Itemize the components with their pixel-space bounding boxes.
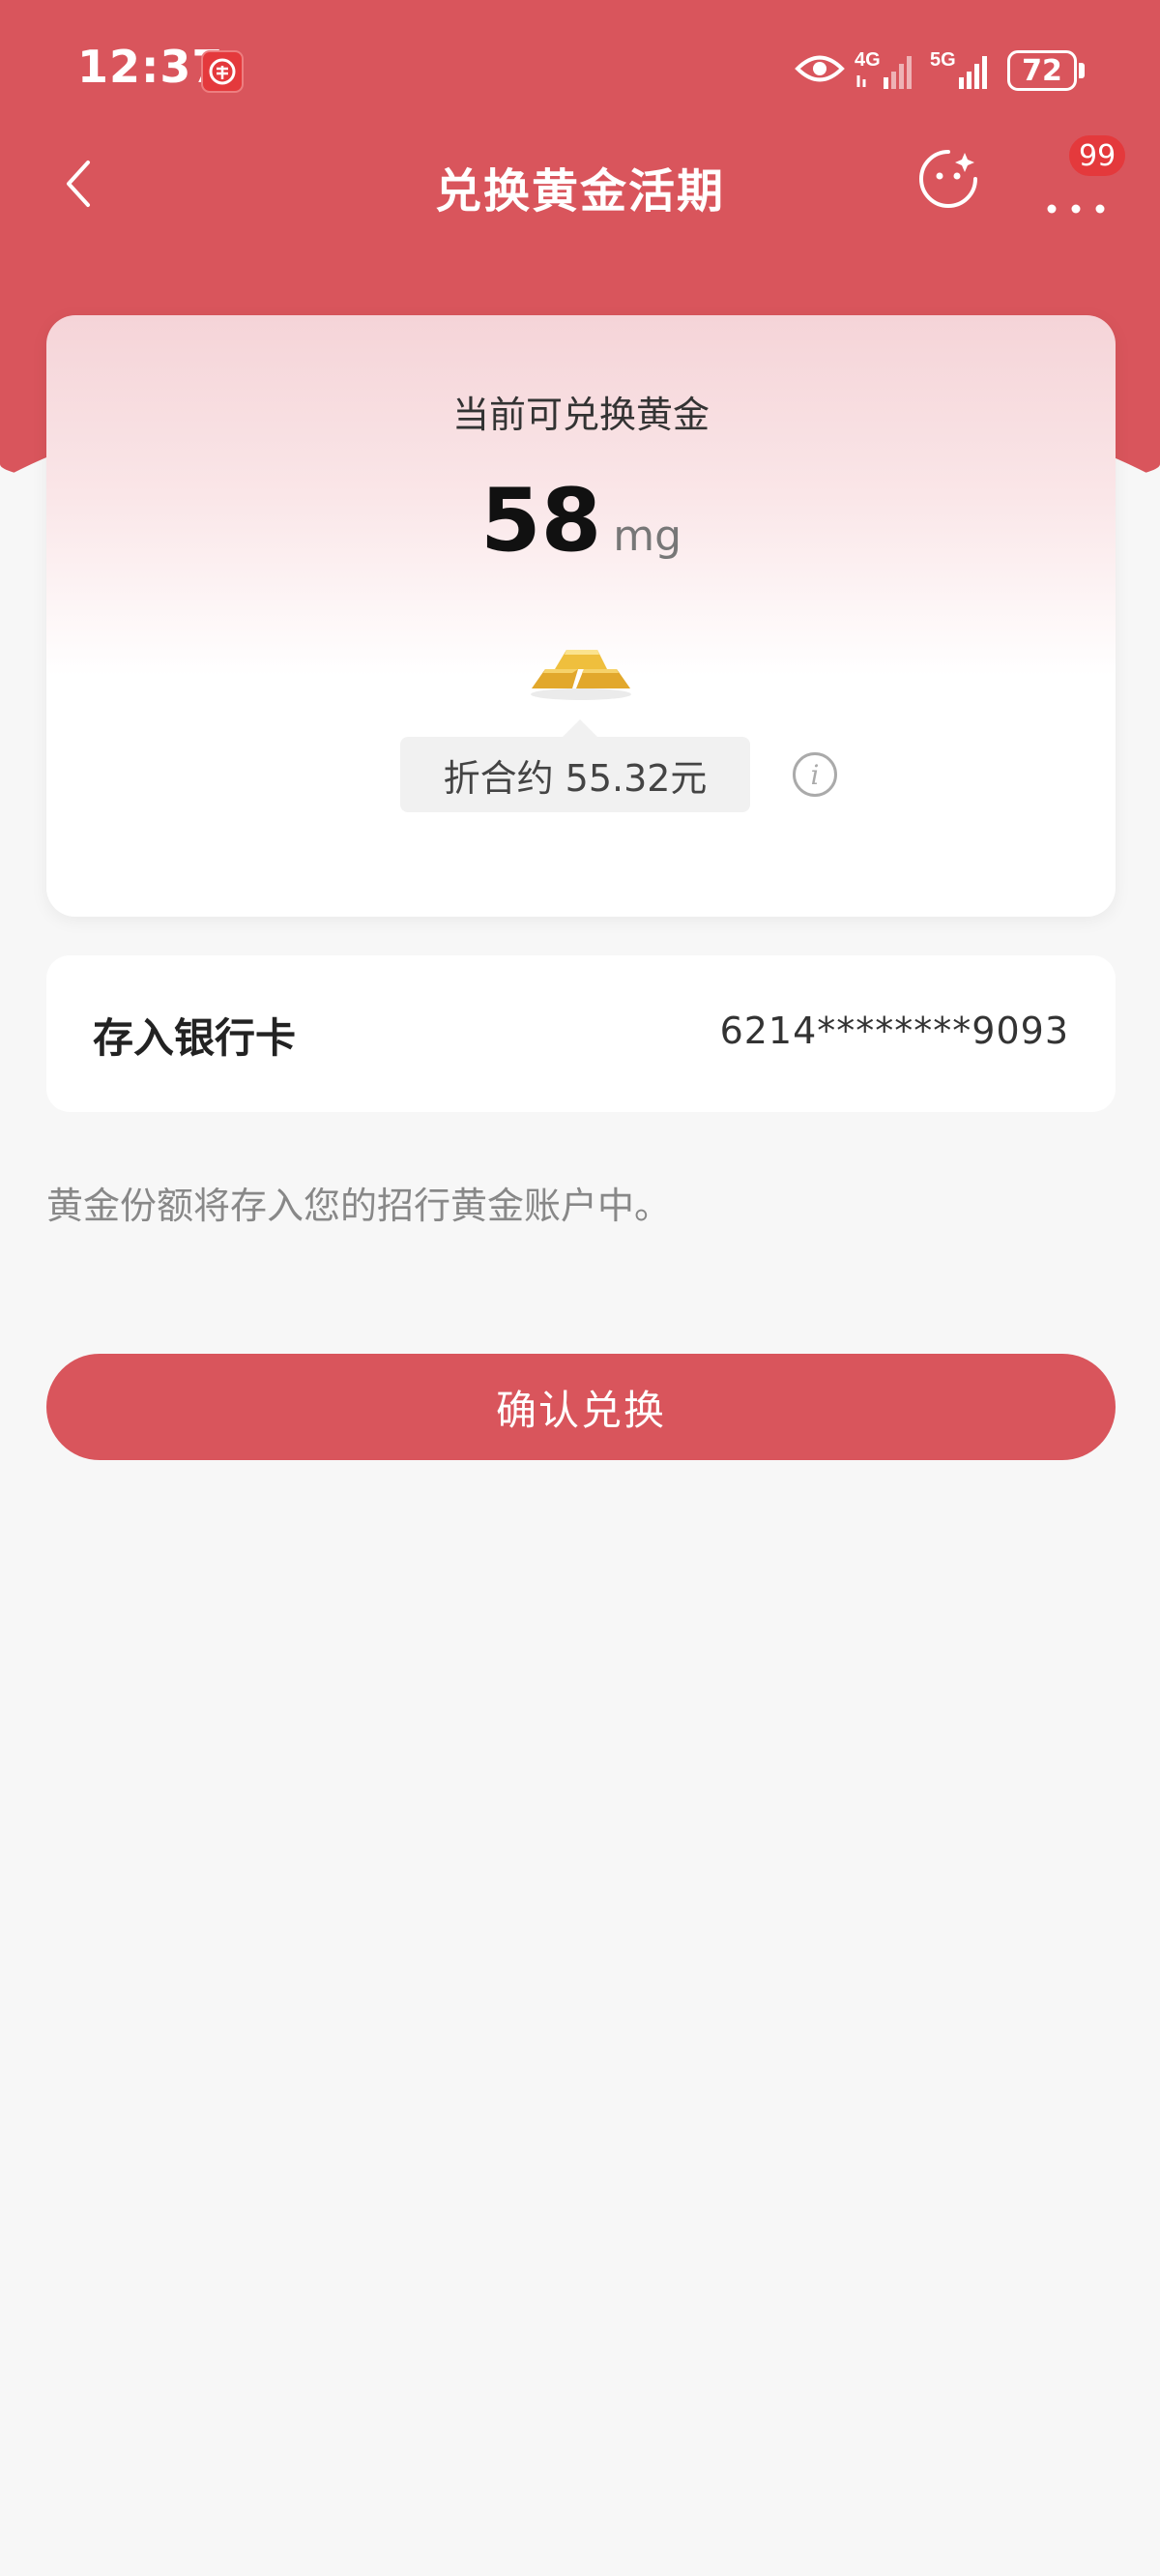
page-title: 兑换黄金活期 — [434, 164, 725, 219]
network-5g-label: 5G — [930, 49, 956, 71]
notification-badge: 99 — [1067, 133, 1128, 178]
assistant-button[interactable] — [916, 147, 980, 211]
deposit-note: 黄金份额将存入您的招行黄金账户中。 — [46, 1185, 672, 1227]
gold-amount: 58 mg — [46, 470, 1116, 571]
gold-balance-card: 当前可兑换黄金 58 mg 折合约 55.32元 i — [46, 315, 1116, 917]
signal-5g-icon: 5G — [930, 46, 1000, 99]
converted-value: 折合约 55.32元 — [400, 719, 750, 812]
assistant-face-icon — [919, 150, 977, 208]
bank-card-number: 6214********9093 — [719, 1010, 1069, 1052]
battery-tip — [1079, 63, 1085, 78]
signal-4g-icon: 4G — [855, 46, 924, 99]
network-4g-label: 4G — [855, 49, 881, 71]
available-gold-label: 当前可兑换黄金 — [451, 394, 710, 436]
gold-bars-icon — [526, 640, 636, 702]
eye-icon — [795, 52, 845, 89]
info-icon[interactable]: i — [793, 752, 837, 797]
battery-level: 72 — [1007, 50, 1077, 91]
gold-amount-value: 58 — [479, 470, 602, 571]
gold-amount-unit: mg — [613, 512, 682, 561]
app-notification-icon — [201, 50, 244, 93]
nav-bar: 兑换黄金活期 — [0, 126, 1160, 242]
battery-indicator: 72 — [1007, 50, 1085, 91]
status-bar: 12:37 4G 5G 72 — [0, 0, 1160, 145]
confirm-exchange-button[interactable]: 确认兑换 — [46, 1354, 1116, 1460]
deposit-card-row[interactable]: 存入银行卡 6214********9093 — [46, 955, 1116, 1112]
deposit-label: 存入银行卡 — [93, 1014, 297, 1062]
